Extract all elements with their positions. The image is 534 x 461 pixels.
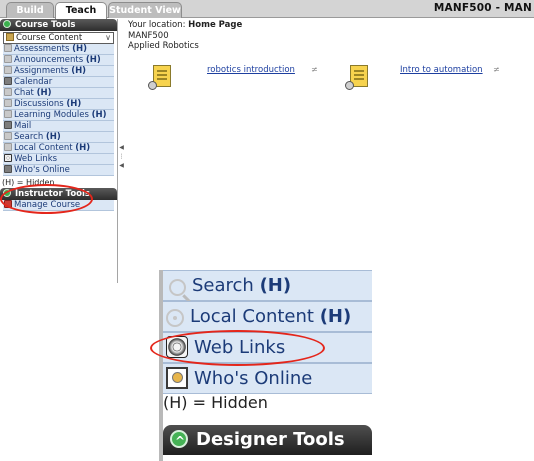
mail-icon <box>4 121 12 129</box>
hidden-marker: (H) <box>45 132 61 142</box>
discussions-icon <box>4 99 12 107</box>
course-tools-header[interactable]: Course Tools <box>0 19 117 31</box>
sidebar-item-search[interactable]: Search (H) <box>3 132 114 143</box>
hidden-marker: (H) <box>72 44 88 54</box>
zoomed-inset: Search (H) Local Content (H) Web Links W… <box>145 270 372 461</box>
course-tools-header-label: Course Tools <box>15 20 76 30</box>
sidebar-item-local-content[interactable]: Local Content (H) <box>163 301 372 332</box>
content-item-link[interactable]: robotics introduction <box>207 65 295 75</box>
sidebar-item-label: Mail <box>14 121 32 131</box>
sidebar-item-mail[interactable]: Mail <box>3 121 114 132</box>
assessments-icon <box>4 44 12 52</box>
designer-tools-header[interactable]: Designer Tools <box>163 425 372 456</box>
gear-icon <box>148 81 157 90</box>
sidebar-item-label: Discussions <box>14 99 64 109</box>
hidden-marker: (H) <box>71 66 87 76</box>
chat-icon <box>4 88 12 96</box>
course-code: MANF500 <box>128 31 169 41</box>
location-prefix: Your location: <box>128 20 186 30</box>
sidebar-item-label: Chat <box>14 88 34 98</box>
sidebar-item-label: Local Content <box>14 143 73 153</box>
sidebar-item-web-links[interactable]: Web Links <box>3 154 114 165</box>
highlight-ellipse <box>150 330 325 366</box>
breadcrumb: Your location: Home Page <box>128 20 534 31</box>
course-content-select[interactable]: Course Content ∨ <box>3 32 114 44</box>
sidebar-item-chat[interactable]: Chat (H) <box>3 88 114 99</box>
item-menu-icon[interactable]: ≠ <box>311 65 318 74</box>
content-item-link[interactable]: Intro to automation <box>400 65 483 75</box>
sidebar-item-search[interactable]: Search (H) <box>163 270 372 301</box>
whos-online-icon <box>4 165 12 173</box>
course-screenshot: Build Teach Student View MANF500 - MAN C… <box>0 0 534 283</box>
search-icon <box>4 132 12 140</box>
designer-tools-header-label: Designer Tools <box>196 429 345 450</box>
chevron-down-icon: ∨ <box>105 33 111 42</box>
content-item: Intro to automation ≠ <box>338 65 534 95</box>
mode-tab-bar: Build Teach Student View MANF500 - MAN <box>0 0 534 19</box>
sidebar-item-label: Who's Online <box>14 165 70 175</box>
content-item: robotics introduction ≠ <box>128 65 328 95</box>
gear-icon <box>345 81 354 90</box>
collapse-icon[interactable] <box>3 20 11 28</box>
location-page: Home Page <box>188 20 243 30</box>
course-tools-sidebar: Course Tools Course Content ∨ Assessment… <box>0 19 118 283</box>
sidebar-item-label: Calendar <box>14 77 53 87</box>
learning-modules-icon <box>4 110 12 118</box>
sidebar-item-discussions[interactable]: Discussions (H) <box>3 99 114 110</box>
local-content-icon <box>166 309 184 327</box>
tab-teach[interactable]: Teach <box>55 2 107 19</box>
sidebar-item-learning-modules[interactable]: Learning Modules (H) <box>3 110 114 121</box>
sidebar-item-label: Announcements <box>14 55 84 65</box>
sidebar-item-label: Learning Modules <box>14 110 89 120</box>
search-icon <box>169 279 186 296</box>
hidden-legend: (H) = Hidden <box>163 393 268 412</box>
main-content: Your location: Home Page MANF500 Applied… <box>128 20 534 280</box>
sidebar-item-whos-online[interactable]: Who's Online <box>163 363 372 394</box>
sidebar-item-label: Search <box>192 275 254 296</box>
highlight-ellipse <box>0 184 93 214</box>
tab-build[interactable]: Build <box>6 2 54 18</box>
sidebar-item-calendar[interactable]: Calendar <box>3 77 114 88</box>
course-name: Applied Robotics <box>128 41 199 51</box>
hidden-marker: (H) <box>36 88 52 98</box>
course-content-select-label: Course Content <box>16 33 83 43</box>
course-content-icon <box>6 33 14 41</box>
calendar-icon <box>4 77 12 85</box>
sidebar-collapse-handle[interactable]: ◀ ⋮ ◀ <box>118 143 125 179</box>
sidebar-item-assessments[interactable]: Assessments (H) <box>3 44 114 55</box>
hidden-marker: (H) <box>319 306 352 327</box>
sidebar-item-label: Web Links <box>14 154 58 164</box>
web-links-icon <box>4 154 12 162</box>
sidebar-item-local-content[interactable]: Local Content (H) <box>3 143 114 154</box>
sidebar-item-whos-online[interactable]: Who's Online <box>3 165 114 176</box>
hidden-marker: (H) <box>91 110 107 120</box>
assignments-icon <box>4 66 12 74</box>
tab-student-view[interactable]: Student View <box>108 2 182 18</box>
sidebar-item-assignments[interactable]: Assignments (H) <box>3 66 114 77</box>
expand-icon[interactable] <box>170 426 188 456</box>
course-title: MANF500 - MAN <box>433 2 532 14</box>
hidden-marker: (H) <box>66 99 82 109</box>
sidebar-item-label: Assessments <box>14 44 70 54</box>
sidebar-item-label: Assignments <box>14 66 69 76</box>
hidden-marker: (H) <box>85 55 101 65</box>
local-content-icon <box>4 143 12 151</box>
hidden-marker: (H) <box>259 275 292 296</box>
sidebar-item-label: Search <box>14 132 44 142</box>
item-menu-icon[interactable]: ≠ <box>493 65 500 74</box>
sidebar-item-label: Who's Online <box>194 368 313 389</box>
sidebar-item-announcements[interactable]: Announcements (H) <box>3 55 114 66</box>
sidebar-item-label: Local Content <box>190 306 314 327</box>
hidden-marker: (H) <box>75 143 91 153</box>
announcements-icon <box>4 55 12 63</box>
whos-online-icon <box>166 367 188 389</box>
